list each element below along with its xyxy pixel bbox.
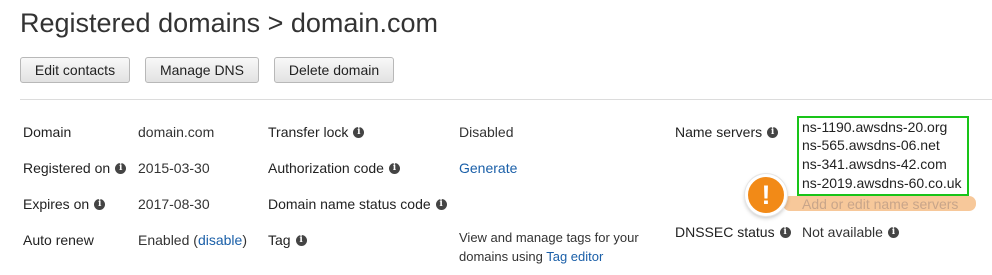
info-icon[interactable]: i [887,226,899,238]
info-icon[interactable]: i [94,198,106,210]
delete-domain-button[interactable]: Delete domain [274,57,394,83]
info-icon[interactable]: i [353,126,365,138]
disable-auto-renew-link[interactable]: disable [198,232,242,248]
edit-contacts-button[interactable]: Edit contacts [20,57,130,83]
info-icon[interactable]: i [767,126,779,138]
registered-on-label: Registered on i [23,160,127,176]
dnssec-status-value: Not available i [802,224,899,240]
name-servers-label: Name servers i [675,124,779,140]
transfer-lock-value: Disabled [459,124,514,140]
expires-on-value: 2017-08-30 [138,196,210,212]
transfer-lock-label: Transfer lock i [268,124,365,140]
name-server-item: ns-565.awsdns-06.net [802,137,940,153]
info-icon[interactable]: i [388,162,400,174]
tags-description: View and manage tags for your domains us… [459,230,639,264]
section-divider [20,99,992,100]
page-title: Registered domains > domain.com [20,8,438,38]
info-icon[interactable]: i [115,162,127,174]
domain-value: domain.com [138,124,215,140]
info-icon[interactable]: i [779,226,791,238]
domain-status-code-label: Domain name status code i [268,196,447,212]
name-server-item: ns-2019.awsdns-60.co.uk [802,175,962,191]
name-server-item: ns-1190.awsdns-20.org [802,119,948,135]
auto-renew-value: Enabled ( disable ) [138,232,247,248]
tag-label: Tag i [268,232,307,248]
info-icon[interactable]: i [295,234,307,246]
info-icon[interactable]: i [435,198,447,210]
auto-renew-label: Auto renew [23,232,94,248]
authorization-code-label: Authorization code i [268,160,400,176]
expires-on-label: Expires on i [23,196,106,212]
registered-on-value: 2015-03-30 [138,160,210,176]
domain-label: Domain [23,124,72,140]
warning-icon: ! [745,174,787,216]
tag-editor-link[interactable]: Tag editor [546,249,603,264]
name-server-item: ns-341.awsdns-42.com [802,156,947,172]
generate-auth-code-link[interactable]: Generate [459,160,517,176]
manage-dns-button[interactable]: Manage DNS [145,57,259,83]
add-edit-name-servers-link[interactable]: Add or edit name servers [802,196,958,212]
dnssec-status-label: DNSSEC status i [675,224,791,240]
